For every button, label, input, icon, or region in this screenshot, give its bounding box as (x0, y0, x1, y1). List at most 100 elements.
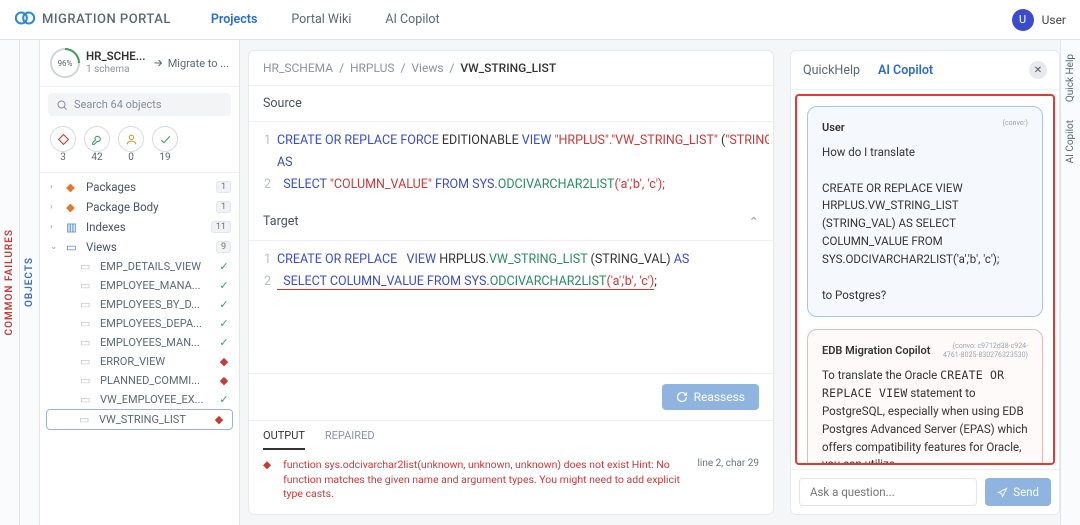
project-name: HR_SCHE... (86, 50, 146, 64)
top-nav: Projects Portal Wiki AI Copilot (211, 12, 440, 27)
leaf-label: ERROR_VIEW (100, 355, 211, 368)
filter-error-count: 3 (51, 152, 75, 163)
progress-percent: 96% (58, 59, 73, 68)
status-err-icon: ◆ (217, 374, 231, 387)
user-chip[interactable]: U User (1012, 9, 1066, 31)
crumb-current: VW_STRING_LIST (460, 61, 556, 75)
error-line: ◆ function sys.odcivarchar2list(unknown,… (249, 450, 773, 514)
crumb-c[interactable]: Views (411, 61, 443, 75)
chat-input[interactable] (799, 478, 977, 506)
error-icon: ◆ (263, 458, 271, 471)
leaf-label: EMPLOYEE_MANA... (100, 279, 211, 292)
crumb-a[interactable]: HR_SCHEMA (263, 61, 333, 75)
nav-wiki[interactable]: Portal Wiki (291, 12, 351, 27)
tree-label: Packages (86, 180, 210, 194)
crumb-b[interactable]: HRPLUS (350, 61, 395, 75)
chat-user-label: User (822, 119, 845, 136)
chat-tab-copilot[interactable]: AI Copilot (878, 63, 933, 78)
tree-leaf[interactable]: ▭EMP_DETAILS_VIEW✓ (40, 257, 239, 276)
source-header: Source (249, 86, 773, 122)
tree-leaf-selected[interactable]: ▭VW_STRING_LIST◆ (46, 409, 233, 430)
view-leaf-icon: ▭ (80, 355, 94, 368)
tree-group-packages[interactable]: › ◆ Packages 1 (40, 177, 239, 197)
refresh-icon (676, 391, 688, 403)
tree-leaf[interactable]: ▭EMPLOYEES_BY_D...✓ (40, 295, 239, 314)
tab-repaired[interactable]: REPAIRED (325, 429, 375, 450)
send-label: Send (1013, 485, 1039, 499)
chat-bot-p1: To translate the Oracle CREATE OR REPLAC… (822, 367, 1028, 465)
target-code[interactable]: 12 CREATE OR REPLACE VIEW HRPLUS.VW_STRI… (249, 241, 773, 301)
tree-leaf[interactable]: ▭ ERROR_VIEW ◆ (40, 352, 239, 371)
top-bar: MIGRATION PORTAL Projects Portal Wiki AI… (0, 0, 1080, 40)
tree-count: 1 (216, 181, 231, 193)
source-code[interactable]: 1 2 CREATE OR REPLACE FORCE EDITIONABLE … (249, 122, 773, 204)
leaf-label: EMPLOYEES_BY_D... (100, 298, 211, 311)
status-err-icon: ◆ (217, 355, 231, 368)
chat-close-button[interactable]: ✕ (1029, 61, 1047, 79)
nav-projects[interactable]: Projects (211, 12, 257, 27)
tree-group-package-body[interactable]: › ◆ Package Body 1 (40, 197, 239, 217)
filter-wrench[interactable]: 42 (84, 126, 110, 152)
migrate-icon (152, 57, 164, 69)
target-header[interactable]: Target ⌃ (249, 204, 773, 241)
output-tabs: OUTPUT REPAIRED (249, 420, 773, 450)
chat-user-p1: How do I translate (822, 144, 1028, 162)
brand: MIGRATION PORTAL (14, 7, 171, 32)
search-input[interactable]: Search 64 objects (48, 93, 231, 116)
migrate-label: Migrate to ... (168, 57, 229, 70)
tree-count: 11 (211, 221, 231, 233)
rrail-quickhelp[interactable]: Quick Help (1065, 54, 1076, 102)
nav-copilot[interactable]: AI Copilot (385, 12, 439, 27)
filter-check[interactable]: 19 (152, 126, 178, 152)
rrail-aicopilot[interactable]: AI Copilot (1065, 120, 1076, 163)
tree-count: 1 (216, 201, 231, 213)
tree-leaf[interactable]: ▭EMPLOYEE_MANA...✓ (40, 276, 239, 295)
tree-leaf[interactable]: ▭VW_EMPLOYEE_EX...✓ (40, 390, 239, 409)
breadcrumb: HR_SCHEMA / HRPLUS / Views / VW_STRING_L… (249, 51, 773, 86)
tree-group-indexes[interactable]: › ▥ Indexes 11 (40, 217, 239, 237)
view-leaf-icon: ▭ (80, 317, 94, 330)
chevron-right-icon: › (50, 222, 60, 232)
view-leaf-icon: ▭ (80, 336, 94, 349)
leaf-label: EMPLOYEES_MAN... (100, 336, 211, 349)
chat-panel: QuickHelp AI Copilot ✕ User (convo:) How … (790, 50, 1060, 515)
tree-leaf[interactable]: ▭EMPLOYEES_DEPA...✓ (40, 314, 239, 333)
send-button[interactable]: Send (985, 478, 1051, 506)
status-ok-icon: ✓ (217, 393, 231, 406)
project-sub: 1 schema (86, 64, 146, 76)
leaf-label: VW_EMPLOYEE_EX... (100, 393, 211, 406)
reassess-button[interactable]: Reassess (662, 384, 759, 410)
avatar: U (1012, 9, 1034, 31)
view-icon: ▭ (66, 240, 80, 254)
right-rail: Quick Help AI Copilot (1060, 40, 1080, 525)
rail-common-failures[interactable]: COMMON FAILURES (0, 40, 20, 525)
rail-objects[interactable]: OBJECTS (20, 40, 40, 525)
user-name: User (1042, 13, 1066, 27)
chat-body: User(convo:) How do I translate CREATE O… (795, 94, 1055, 465)
status-err-icon: ◆ (212, 413, 226, 426)
sidebar: 96% HR_SCHE... 1 schema Migrate to ... S… (40, 40, 240, 525)
chat-user-meta: (convo:) (1003, 119, 1028, 127)
rail-failures-label: COMMON FAILURES (4, 229, 15, 335)
filter-person[interactable]: 0 (118, 126, 144, 152)
chat-tab-quickhelp[interactable]: QuickHelp (803, 63, 860, 78)
tree-leaf[interactable]: ▭PLANNED_COMMI...◆ (40, 371, 239, 390)
migrate-button[interactable]: Migrate to ... (152, 57, 229, 70)
tree-group-views[interactable]: ⌄ ▭ Views 9 (40, 237, 239, 257)
filter-person-count: 0 (119, 152, 143, 163)
search-icon (56, 99, 68, 111)
send-icon (997, 487, 1008, 498)
source-code-body: CREATE OR REPLACE FORCE EDITIONABLE VIEW… (277, 130, 769, 196)
progress-ring-icon: 96% (50, 48, 80, 78)
collapse-icon[interactable]: ⌃ (749, 214, 759, 230)
chevron-down-icon: ⌄ (50, 242, 60, 252)
object-tree: › ◆ Packages 1 › ◆ Package Body 1 › ▥ In… (40, 173, 239, 525)
index-icon: ▥ (66, 220, 80, 234)
rail-objects-label: OBJECTS (24, 257, 35, 307)
filter-error[interactable]: 3 (50, 126, 76, 152)
tab-output[interactable]: OUTPUT (263, 429, 305, 450)
line-gutter: 1 2 (253, 130, 277, 196)
filter-row: 3 42 0 19 (40, 122, 239, 160)
project-header: 96% HR_SCHE... 1 schema Migrate to ... (40, 40, 239, 87)
tree-leaf[interactable]: ▭EMPLOYEES_MAN...✓ (40, 333, 239, 352)
